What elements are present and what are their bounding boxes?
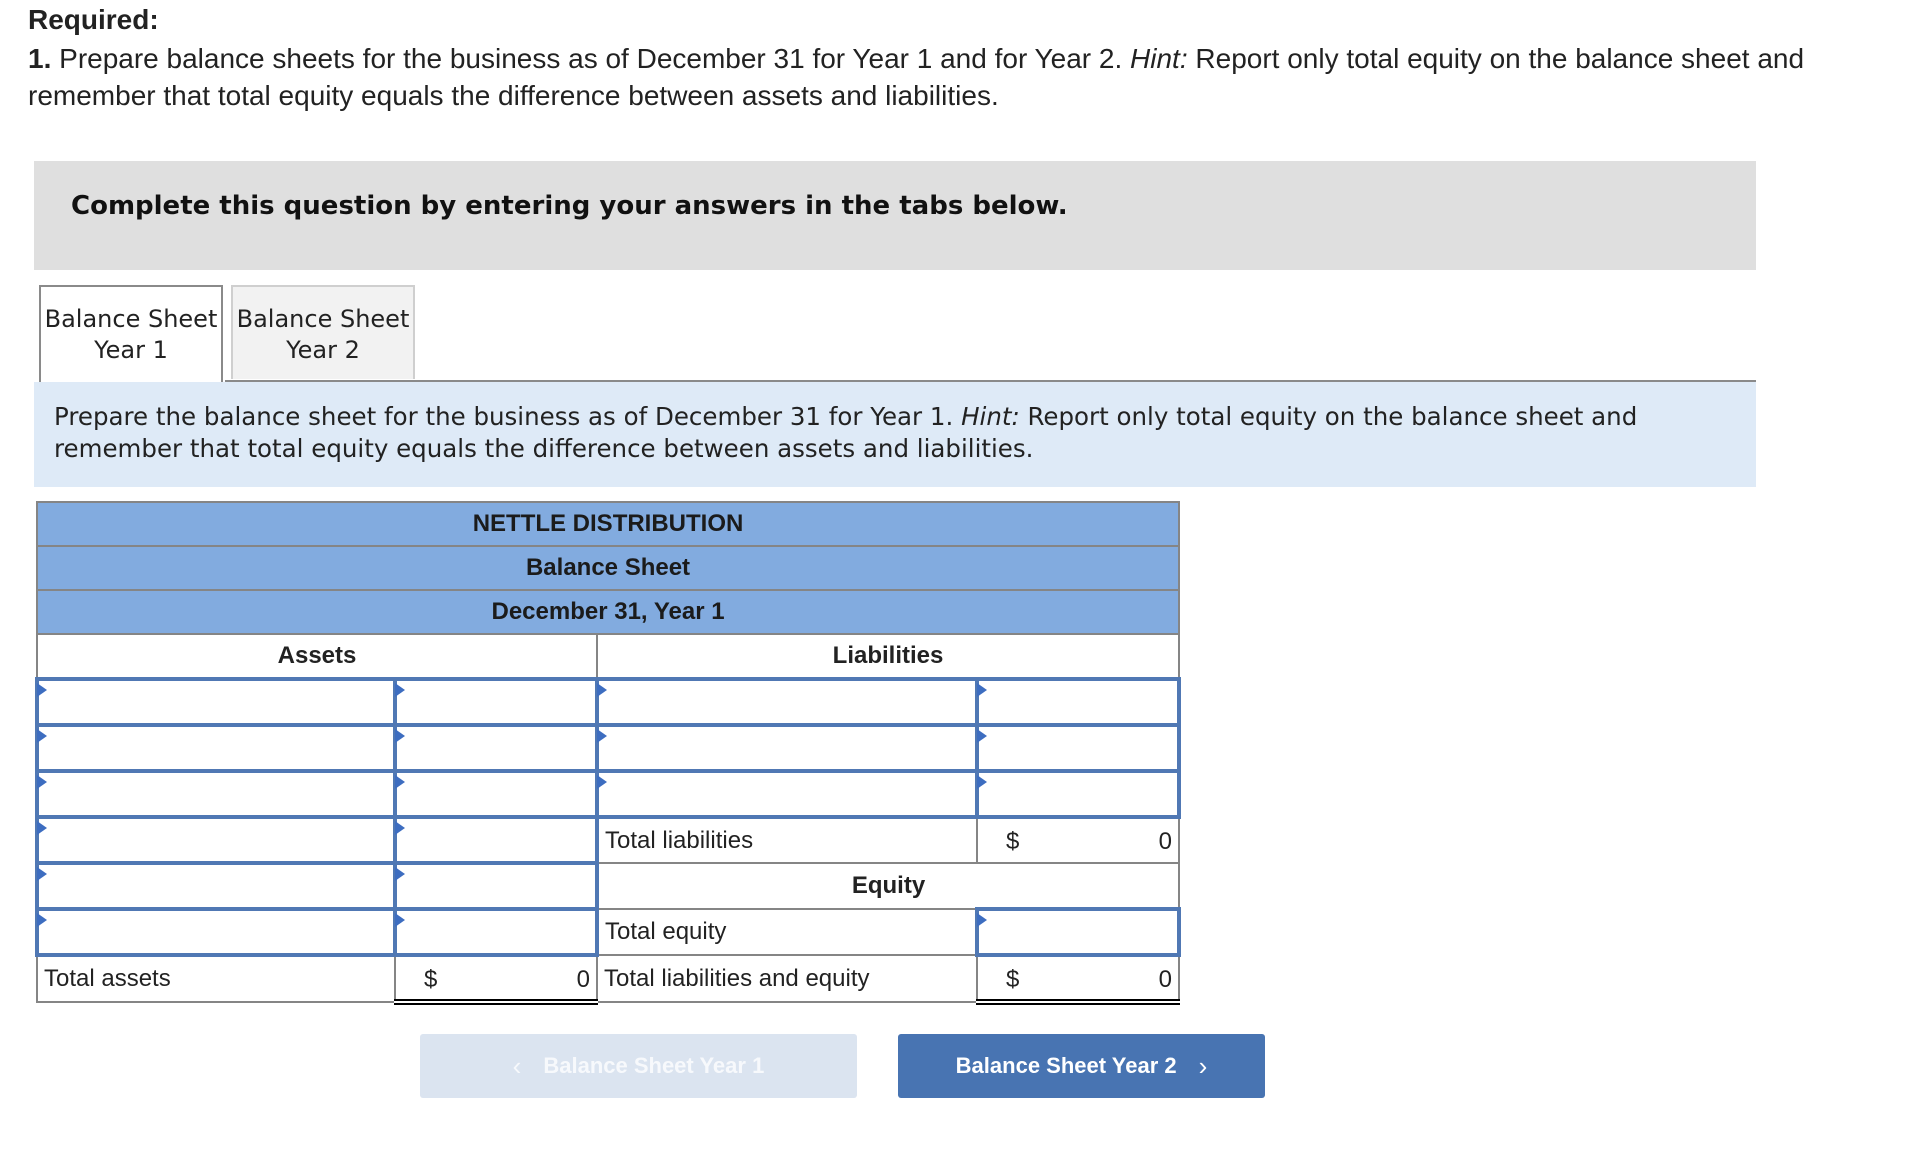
prev-tab-button[interactable]: ‹ Balance Sheet Year 1 [420, 1034, 857, 1098]
chevron-left-icon: ‹ [512, 1050, 522, 1081]
instructions-hint-label: Hint: [961, 402, 1020, 431]
statement-date: December 31, Year 1 [35, 589, 1181, 635]
total-liabilities-equity-amount: $0 [975, 954, 1181, 1005]
total-equity-input[interactable] [974, 907, 1182, 957]
assets-header: Assets [36, 633, 598, 680]
liability-name-field[interactable] [599, 727, 975, 769]
liability-amount-field[interactable] [979, 681, 1178, 723]
asset-amount-input-4[interactable] [393, 815, 599, 865]
asset-amount-field[interactable] [397, 727, 595, 769]
question-number: 1. [28, 43, 52, 74]
asset-name-input-3[interactable] [35, 769, 397, 819]
liability-amount-input-2[interactable] [974, 723, 1182, 773]
table-row [35, 769, 1182, 819]
banner-text: Complete this question by entering your … [71, 191, 1068, 221]
liability-name-input-2[interactable] [595, 723, 979, 773]
required-title: Required: [28, 4, 159, 35]
tab-label-line1: Balance Sheet [236, 305, 410, 333]
hint-label: Hint: [1130, 43, 1188, 74]
tab-balance-sheet-year-1[interactable]: Balance Sheet Year 1 [39, 285, 223, 382]
asset-name-input-2[interactable] [35, 723, 397, 773]
table-row: Total assets $0 Total liabilities and eq… [36, 954, 1181, 1005]
asset-amount-field[interactable] [397, 773, 595, 815]
table-row [35, 723, 1182, 773]
asset-name-field[interactable] [39, 727, 393, 769]
asset-name-field[interactable] [39, 681, 393, 723]
required-text: 1. Prepare balance sheets for the busine… [28, 40, 1908, 114]
tab-label-line1: Balance Sheet [44, 305, 218, 333]
liability-amount-field[interactable] [979, 773, 1178, 815]
total-liabilities-equity-value: 0 [1158, 966, 1173, 993]
liability-name-field[interactable] [599, 681, 975, 723]
asset-name-input-4[interactable] [35, 815, 397, 865]
question-text: Prepare balance sheets for the business … [51, 43, 1131, 74]
tab-label-line2: Year 2 [286, 336, 360, 364]
asset-amount-input-6[interactable] [393, 907, 599, 957]
next-tab-button[interactable]: Balance Sheet Year 2 › [898, 1034, 1265, 1098]
asset-name-input-5[interactable] [35, 861, 397, 911]
liability-name-field[interactable] [599, 773, 975, 815]
table-row: Total equity [35, 907, 1182, 957]
total-liabilities-value: 0 [1158, 828, 1173, 855]
instructions-main: Prepare the balance sheet for the busine… [54, 402, 962, 431]
asset-amount-field[interactable] [397, 911, 595, 953]
asset-name-field[interactable] [39, 911, 393, 953]
total-liabilities-amount: $0 [975, 816, 1181, 864]
liability-name-input-3[interactable] [595, 769, 979, 819]
liability-name-input-1[interactable] [595, 677, 979, 727]
table-row: Equity [35, 861, 1181, 911]
asset-amount-field[interactable] [397, 865, 595, 907]
asset-amount-input-3[interactable] [393, 769, 599, 819]
chevron-right-icon: › [1198, 1050, 1208, 1081]
total-assets-value: 0 [576, 966, 590, 993]
liability-amount-input-3[interactable] [974, 769, 1182, 819]
company-name: NETTLE DISTRIBUTION [35, 501, 1181, 547]
statement-title: Balance Sheet [35, 545, 1181, 591]
liabilities-header: Liabilities [595, 633, 1181, 680]
total-liabilities-label: Total liabilities [596, 816, 978, 864]
asset-name-input-1[interactable] [35, 677, 397, 727]
asset-amount-input-2[interactable] [393, 723, 599, 773]
tab-instructions-text: Prepare the balance sheet for the busine… [54, 401, 1744, 465]
asset-name-field[interactable] [39, 819, 393, 861]
asset-name-input-6[interactable] [35, 907, 397, 957]
total-equity-label: Total equity [596, 908, 978, 956]
balance-sheet-form: NETTLE DISTRIBUTION Balance Sheet Decemb… [35, 501, 1182, 1005]
total-liabilities-equity-label: Total liabilities and equity [596, 954, 978, 1003]
next-tab-label: Balance Sheet Year 2 [955, 1053, 1177, 1078]
asset-name-field[interactable] [39, 865, 393, 907]
asset-amount-field[interactable] [397, 681, 595, 723]
total-assets-amount: $0 [394, 954, 598, 1005]
currency-symbol: $ [424, 966, 438, 993]
liability-amount-input-1[interactable] [974, 677, 1182, 727]
currency-symbol: $ [1006, 828, 1020, 855]
total-equity-field[interactable] [979, 911, 1178, 953]
instructions-banner: Complete this question by entering your … [34, 161, 1756, 270]
asset-amount-input-1[interactable] [393, 677, 599, 727]
table-row [35, 677, 1182, 727]
tab-balance-sheet-year-2[interactable]: Balance Sheet Year 2 [231, 285, 415, 379]
currency-symbol: $ [1006, 966, 1020, 993]
asset-amount-input-5[interactable] [393, 861, 599, 911]
tab-instructions: Prepare the balance sheet for the busine… [34, 382, 1756, 487]
prev-tab-label: Balance Sheet Year 1 [543, 1053, 765, 1078]
asset-amount-field[interactable] [397, 819, 595, 861]
table-row: Total liabilities $0 [35, 815, 1181, 865]
equity-header: Equity [595, 862, 1181, 910]
total-assets-label: Total assets [36, 954, 396, 1003]
tab-label-line2: Year 1 [94, 336, 168, 364]
asset-name-field[interactable] [39, 773, 393, 815]
liability-amount-field[interactable] [979, 727, 1178, 769]
